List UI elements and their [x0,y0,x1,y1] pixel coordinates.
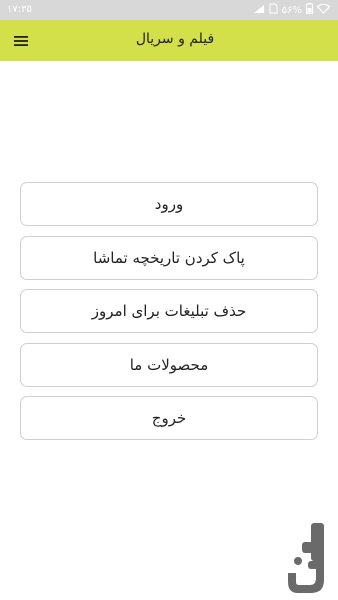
status-bar: ۱۷:۳۵ ۵۶% [0,0,338,20]
app-logo-icon [286,520,332,600]
remove-ads-today-button[interactable]: حذف تبلیغات برای امروز [20,289,318,333]
status-clock: ۱۷:۳۵ [7,4,32,15]
clear-watch-history-button[interactable]: پاک کردن تاریخچه تماشا [20,235,318,280]
main-menu: ورود پاک کردن تاریخچه تماشا حذف تبلیغات … [20,182,318,450]
status-icons: ۵۶% [253,3,331,17]
menu-button[interactable] [8,28,34,54]
hamburger-menu-icon [14,32,28,51]
signal-icon [253,4,265,17]
battery-percentage: ۵۶% [281,4,302,16]
wifi-icon [316,3,331,17]
app-title: فیلم و سریال [135,31,215,47]
app-bar: فیلم و سریال [0,20,338,61]
battery-icon [306,3,313,17]
sim-icon [269,3,278,17]
login-button[interactable]: ورود [20,182,318,226]
exit-button[interactable]: خروج [20,396,318,440]
our-products-button[interactable]: محصولات ما [20,342,318,387]
